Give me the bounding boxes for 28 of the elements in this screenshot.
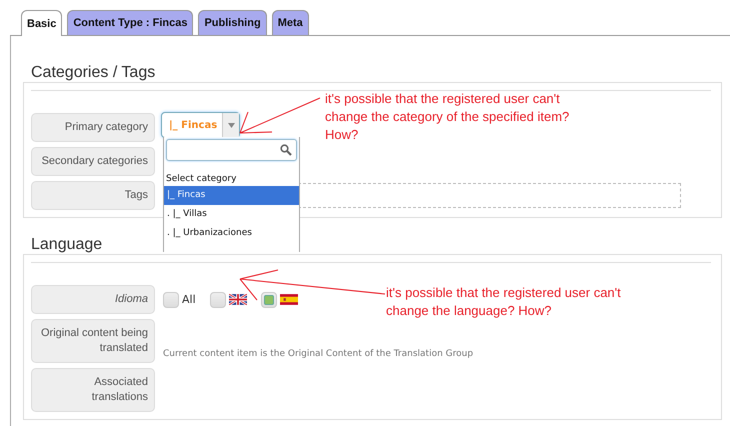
tab[interactable]: Basic xyxy=(21,10,62,36)
search-field[interactable] xyxy=(166,139,297,161)
dropdown-option[interactable]: |_ Fincas xyxy=(164,186,299,205)
section-heading: Categories / Tags xyxy=(30,64,156,82)
dropdown-heading: Select category xyxy=(165,173,238,186)
annotation-text: it's possible that the registered user can't change the category of the specified item? How? xyxy=(325,90,570,144)
caret-icon xyxy=(228,122,234,128)
dropdown-option[interactable]: . |_ Villas xyxy=(164,205,299,224)
field-label: Primary category xyxy=(31,113,155,142)
checkbox[interactable] xyxy=(163,292,179,308)
search-icon xyxy=(280,144,292,156)
note-text: Current content item is the Original Content of the Translation Group xyxy=(163,349,474,359)
tab[interactable]: Publishing xyxy=(198,10,267,35)
section-heading: Language xyxy=(30,236,104,254)
field-label: Original content being translated xyxy=(31,319,155,363)
flag-icon xyxy=(280,294,298,305)
checkbox[interactable] xyxy=(260,292,277,308)
flag-icon xyxy=(228,294,247,305)
checkbox[interactable] xyxy=(210,292,226,308)
field-label: Idioma xyxy=(31,285,155,314)
field-label: Associated translations xyxy=(31,368,155,412)
tab[interactable]: Content Type : Fincas xyxy=(67,10,194,35)
field-label: Tags xyxy=(31,181,155,210)
tab[interactable]: Meta xyxy=(272,10,309,35)
dropdown-option[interactable]: . |_ Urbanizaciones xyxy=(164,224,299,243)
checkbox-label: All xyxy=(182,293,196,306)
field-label: Secondary categories xyxy=(31,147,155,176)
annotation-text: it's possible that the registered user can't change the language? How? xyxy=(386,284,621,320)
